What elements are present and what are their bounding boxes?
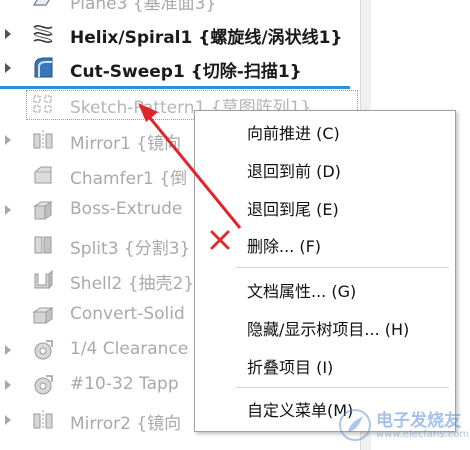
chamfer-icon xyxy=(31,163,55,187)
expand-arrow-icon[interactable] xyxy=(5,205,11,215)
expand-arrow-icon[interactable] xyxy=(5,29,11,39)
menu-item-roll-forward[interactable]: 向前推进 (C) xyxy=(197,115,452,145)
tree-item-label: Mirror2 {镜向 xyxy=(70,414,182,434)
delete-x-icon xyxy=(209,229,231,251)
sketch-pattern-icon xyxy=(31,92,55,116)
expand-arrow-icon[interactable] xyxy=(5,415,11,425)
tree-item-label: 1/4 Clearance xyxy=(70,339,189,359)
cut-sweep-icon xyxy=(31,56,55,80)
tree-item-cut-sweep1[interactable]: Cut-Sweep1 {切除-扫描1} xyxy=(0,52,360,84)
mirror-icon xyxy=(31,408,55,432)
expand-arrow-icon[interactable] xyxy=(5,345,11,355)
expand-arrow-icon[interactable] xyxy=(5,380,11,390)
menu-item-document-properties[interactable]: 文档属性... (G) xyxy=(197,273,452,303)
tree-item-label: Convert-Solid xyxy=(70,304,185,324)
plane-icon xyxy=(31,0,55,12)
shell-icon xyxy=(31,268,55,292)
watermark-logo-icon xyxy=(338,408,372,442)
tree-item-label: #10-32 Tapp xyxy=(70,374,179,394)
split-icon xyxy=(31,233,55,257)
mirror-icon xyxy=(31,128,55,152)
menu-item-delete[interactable]: 删除... (F) xyxy=(197,228,452,258)
tree-item-label: Helix/Spiral1 {螺旋线/涡状线1} xyxy=(70,28,343,48)
menu-item-hide-show-tree-items[interactable]: 隐藏/显示树项目... (H) xyxy=(197,311,452,341)
hole-wizard-icon xyxy=(31,338,55,362)
expand-arrow-icon[interactable] xyxy=(5,135,11,145)
helix-icon xyxy=(31,22,55,46)
context-menu: 向前推进 (C) 退回到前 (D) 退回到尾 (E) 删除... (F) 文档属… xyxy=(194,110,456,432)
watermark: 电子发烧友 www.elecfans.com xyxy=(338,404,470,446)
watermark-url: www.elecfans.com xyxy=(376,429,470,440)
tree-item-helix-spiral1[interactable]: Helix/Spiral1 {螺旋线/涡状线1} xyxy=(0,18,360,50)
menu-item-rollback-previous[interactable]: 退回到前 (D) xyxy=(197,153,452,183)
convert-solid-icon xyxy=(31,303,55,327)
boss-extrude-icon xyxy=(31,198,55,222)
menu-separator xyxy=(235,387,449,388)
menu-item-collapse-items[interactable]: 折叠项目 (I) xyxy=(197,349,452,379)
expand-arrow-icon[interactable] xyxy=(5,63,11,73)
tree-item-label: Split3 {分割3} xyxy=(70,239,191,259)
menu-separator xyxy=(235,267,449,268)
menu-item-roll-to-end[interactable]: 退回到尾 (E) xyxy=(197,191,452,221)
tree-item-plane3[interactable]: Plane3 {基准面3} xyxy=(0,0,360,16)
tree-item-label: Mirror1 {镜向 xyxy=(70,134,182,154)
tree-item-label: Plane3 {基准面3} xyxy=(70,0,217,14)
tree-item-label: Boss-Extrude xyxy=(70,199,183,219)
tree-item-label: Shell2 {抽壳2} xyxy=(70,274,195,294)
watermark-title: 电子发烧友 xyxy=(376,411,461,431)
hole-wizard-icon xyxy=(31,373,55,397)
tree-item-label: Chamfer1 {倒 xyxy=(70,169,188,189)
tree-item-label: Cut-Sweep1 {切除-扫描1} xyxy=(70,62,302,82)
